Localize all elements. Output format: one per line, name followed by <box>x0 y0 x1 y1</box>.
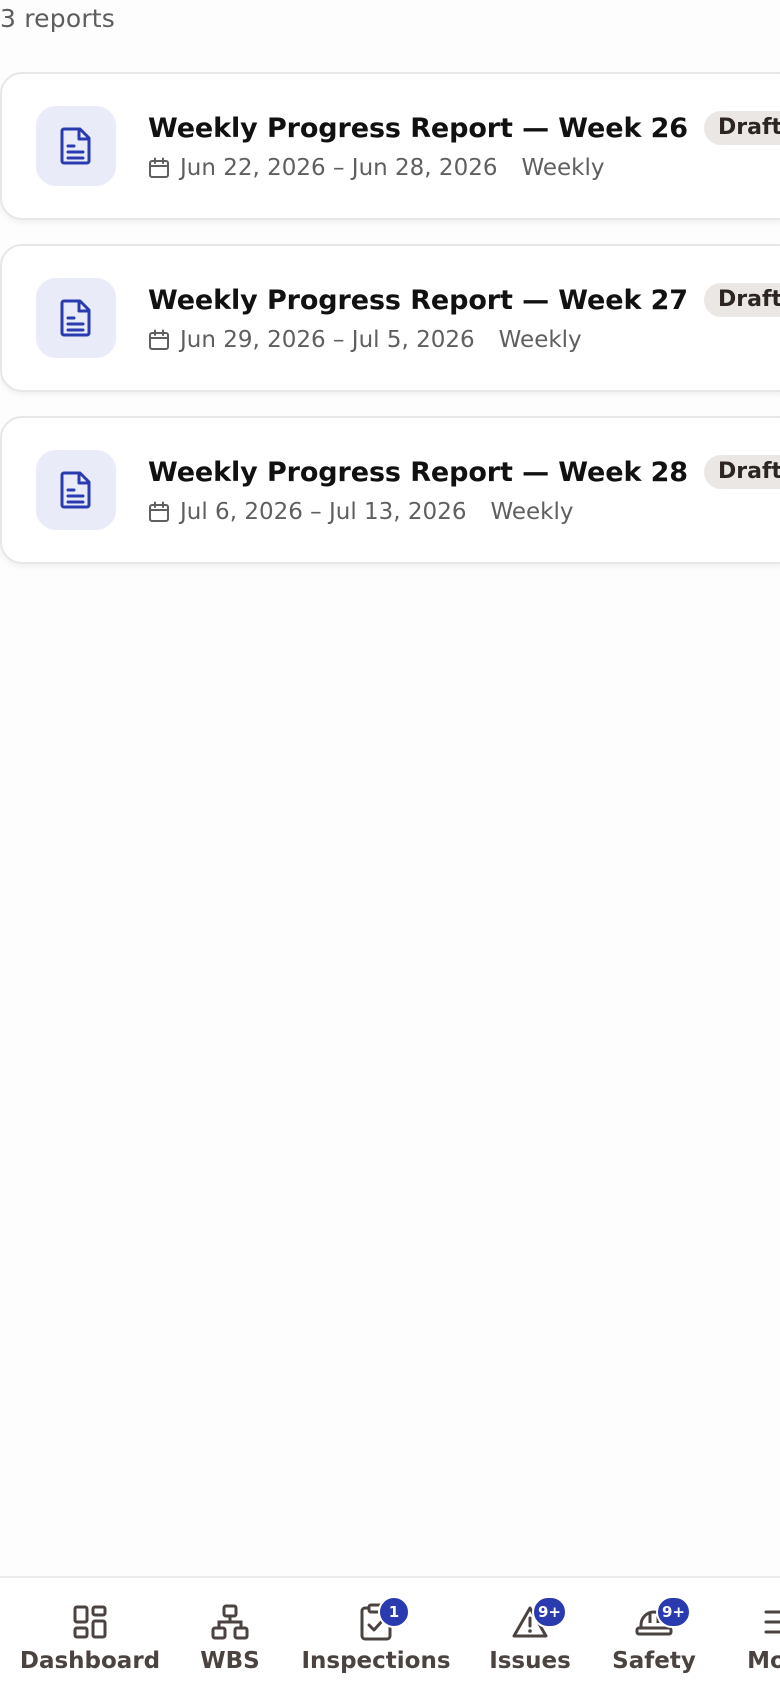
report-card-body: Weekly Progress Report — Week 26 Draft J… <box>148 111 780 181</box>
report-meta: Jul 6, 2026 – Jul 13, 2026 Weekly <box>148 499 780 525</box>
status-badge: Draft <box>703 283 780 317</box>
status-badge: Draft <box>703 455 780 489</box>
report-date-range: Jul 6, 2026 – Jul 13, 2026 <box>180 499 467 525</box>
hard-hat-icon: 9+ <box>634 1596 692 1642</box>
nav-label: More <box>747 1648 780 1674</box>
report-date-range: Jun 22, 2026 – Jun 28, 2026 <box>180 155 498 181</box>
status-badge: Draft <box>703 111 780 145</box>
report-card[interactable]: Weekly Progress Report — Week 27 Draft J… <box>0 244 780 392</box>
notification-badge: 1 <box>378 1596 410 1628</box>
report-frequency: Weekly <box>498 327 582 353</box>
report-list: Weekly Progress Report — Week 26 Draft J… <box>0 72 780 588</box>
report-title-row: Weekly Progress Report — Week 26 Draft <box>148 111 780 145</box>
nav-item-wbs[interactable]: WBS <box>196 1578 264 1688</box>
report-frequency: Weekly <box>490 499 574 525</box>
report-card[interactable]: Weekly Progress Report — Week 26 Draft J… <box>0 72 780 220</box>
nav-label: Safety <box>612 1648 696 1674</box>
report-meta: Jun 29, 2026 – Jul 5, 2026 Weekly <box>148 327 780 353</box>
report-meta: Jun 22, 2026 – Jun 28, 2026 Weekly <box>148 155 780 181</box>
nav-item-more[interactable]: More <box>738 1578 780 1688</box>
report-title: Weekly Progress Report — Week 28 <box>148 456 688 488</box>
clipboard-check-icon: 1 <box>356 1596 410 1642</box>
notification-badge: 9+ <box>656 1596 692 1628</box>
report-card-body: Weekly Progress Report — Week 28 Draft J… <box>148 455 780 525</box>
nav-item-safety[interactable]: 9+ Safety <box>612 1578 696 1688</box>
reports-screen: 3 reports Weekly Progress Report — Week … <box>0 0 780 1688</box>
calendar-icon <box>149 501 169 522</box>
calendar-icon <box>149 157 169 178</box>
bottom-nav: Dashboard WBS 1 Inspections 9+ Issues 9+… <box>0 1576 780 1688</box>
nav-label: Issues <box>489 1648 571 1674</box>
menu-icon <box>760 1602 780 1642</box>
report-frequency: Weekly <box>521 155 605 181</box>
report-date-range: Jun 29, 2026 – Jul 5, 2026 <box>180 327 475 353</box>
document-icon <box>36 278 116 358</box>
dashboard-icon <box>70 1602 110 1642</box>
warning-triangle-icon: 9+ <box>510 1596 568 1642</box>
report-title-row: Weekly Progress Report — Week 28 Draft <box>148 455 780 489</box>
calendar-icon <box>149 329 169 350</box>
report-count: 3 reports <box>0 4 116 33</box>
hierarchy-icon <box>210 1602 250 1642</box>
notification-badge: 9+ <box>532 1596 568 1628</box>
report-title: Weekly Progress Report — Week 27 <box>148 284 688 316</box>
nav-item-dashboard[interactable]: Dashboard <box>19 1578 161 1688</box>
nav-label: Inspections <box>301 1648 451 1674</box>
document-icon <box>36 106 116 186</box>
report-title-row: Weekly Progress Report — Week 27 Draft <box>148 283 780 317</box>
nav-label: WBS <box>200 1648 260 1674</box>
report-card[interactable]: Weekly Progress Report — Week 28 Draft J… <box>0 416 780 564</box>
report-card-body: Weekly Progress Report — Week 27 Draft J… <box>148 283 780 353</box>
nav-item-issues[interactable]: 9+ Issues <box>488 1578 572 1688</box>
nav-label: Dashboard <box>19 1648 161 1674</box>
document-icon <box>36 450 116 530</box>
report-title: Weekly Progress Report — Week 26 <box>148 112 688 144</box>
nav-item-inspections[interactable]: 1 Inspections <box>301 1578 451 1688</box>
